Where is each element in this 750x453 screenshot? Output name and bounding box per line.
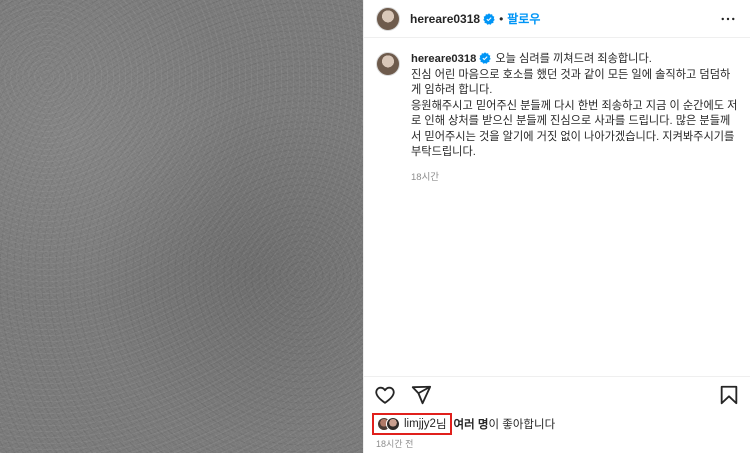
action-bar: [364, 376, 750, 412]
follow-button[interactable]: 팔로우: [507, 10, 540, 27]
author-avatar[interactable]: [376, 6, 400, 31]
caption-text-block: hereare0318 오늘 심려를 끼쳐드려 죄송합니다. 진심 어린 마음으…: [411, 52, 738, 161]
header-separator: •: [499, 11, 504, 26]
share-icon[interactable]: [410, 384, 432, 406]
heart-icon[interactable]: [374, 384, 396, 406]
more-icon[interactable]: [718, 10, 738, 28]
save-icon[interactable]: [718, 384, 740, 406]
post-modal: hereare0318 • 팔로우 hereare0318 오늘 심려를 끼쳐드…: [0, 0, 750, 453]
verified-icon: [479, 52, 492, 64]
likes-summary: limjjy2 님 여러 명 이 좋아합니다: [372, 413, 556, 435]
first-liker-name[interactable]: limjjy2: [404, 418, 436, 430]
post-side-panel: hereare0318 • 팔로우 hereare0318 오늘 심려를 끼쳐드…: [363, 0, 750, 453]
author-username[interactable]: hereare0318: [410, 12, 480, 26]
likes-others[interactable]: 여러 명: [454, 416, 489, 432]
post-image: [0, 0, 363, 453]
likes-suffix-2: 이 좋아합니다: [488, 419, 556, 431]
post-header: hereare0318 • 팔로우: [364, 0, 750, 38]
likes-suffix-1: 님: [435, 419, 447, 431]
caption-body: hereare0318 오늘 심려를 끼쳐드려 죄송합니다. 진심 어린 마음으…: [411, 52, 738, 183]
liker-avatar: [386, 417, 400, 431]
caption-avatar[interactable]: [376, 52, 400, 76]
first-liker-highlight[interactable]: limjjy2 님: [372, 413, 452, 435]
post-time: 18시간 전: [376, 439, 414, 449]
caption-time: 18시간: [411, 171, 440, 183]
caption-text: 오늘 심려를 끼쳐드려 죄송합니다. 진심 어린 마음으로 호소를 했던 것과 …: [411, 53, 738, 158]
caption: hereare0318 오늘 심려를 끼쳐드려 죄송합니다. 진심 어린 마음으…: [364, 38, 750, 183]
caption-username[interactable]: hereare0318: [411, 53, 476, 65]
verified-icon: [483, 12, 495, 25]
